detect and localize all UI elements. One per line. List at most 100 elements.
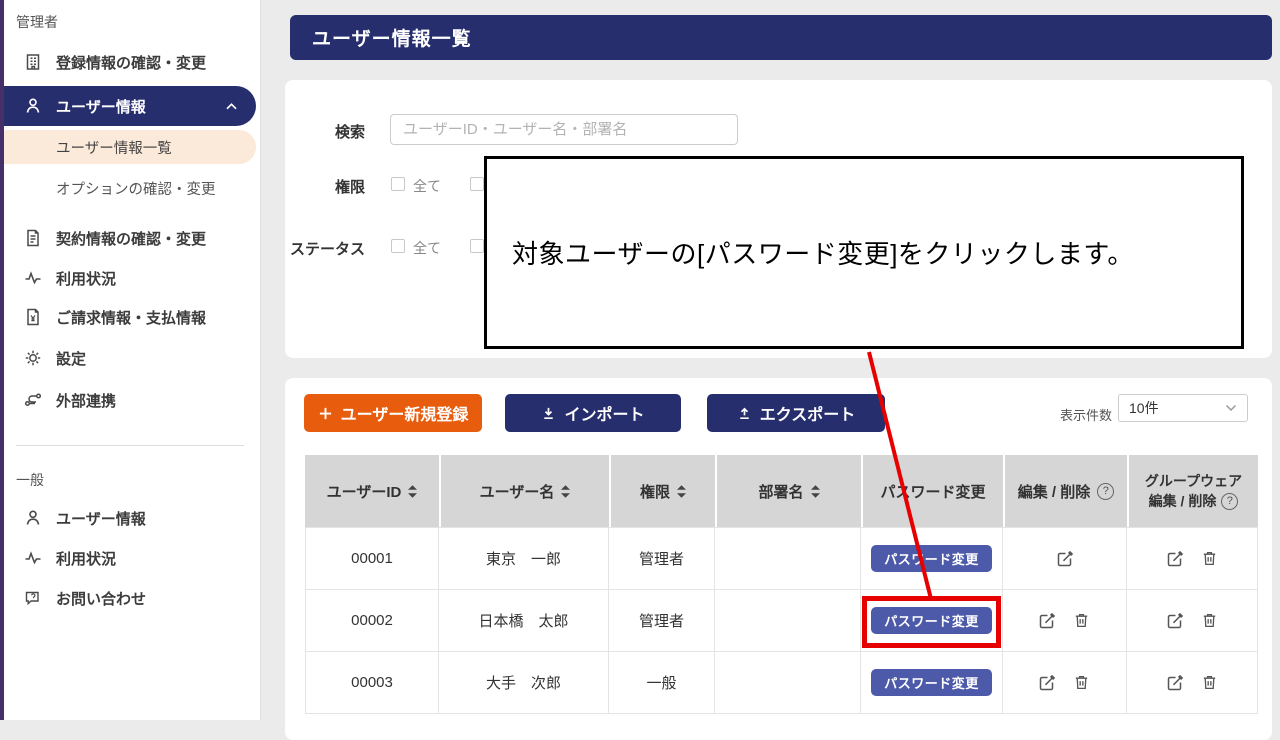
permission-all-label: 全て [413, 176, 441, 196]
chat-question-icon [22, 587, 44, 609]
cell-edit-delete [1003, 652, 1127, 713]
cell-groupware-edit-delete [1127, 590, 1258, 651]
table-header-row: ユーザーID ユーザー名 権限 部署名 パスワード変更 [305, 455, 1258, 527]
sidebar-item-contact[interactable]: お問い合わせ [0, 578, 260, 618]
plus-icon [318, 406, 333, 421]
header-password-change: パスワード変更 [861, 455, 1003, 527]
status-other-checkbox[interactable] [470, 239, 484, 253]
import-icon [541, 406, 556, 421]
header-department[interactable]: 部署名 [715, 455, 861, 527]
sidebar-item-registration[interactable]: 登録情報の確認・変更 [0, 42, 260, 82]
sidebar-item-label: 外部連携 [56, 390, 116, 411]
trash-icon[interactable] [1200, 549, 1220, 569]
trash-icon[interactable] [1072, 611, 1092, 631]
status-all-checkbox[interactable] [391, 239, 405, 253]
cell-user-name: 日本橋 太郎 [439, 590, 609, 651]
document-check-icon [22, 227, 44, 249]
help-icon[interactable] [1221, 493, 1238, 510]
sidebar-item-usage[interactable]: 利用状況 [0, 258, 260, 298]
cell-user-id: 00001 [305, 528, 439, 589]
sidebar-item-contract[interactable]: 契約情報の確認・変更 [0, 218, 260, 258]
password-change-button-target[interactable]: パスワード変更 [871, 607, 992, 634]
help-icon[interactable] [1097, 483, 1114, 500]
cell-user-id: 00003 [305, 652, 439, 713]
trash-icon[interactable] [1200, 611, 1220, 631]
new-user-button[interactable]: ユーザー新規登録 [304, 394, 482, 432]
display-count-select[interactable]: 10件 [1118, 394, 1248, 422]
header-label: パスワード変更 [880, 481, 985, 502]
page-title: ユーザー情報一覧 [312, 24, 472, 51]
password-change-button[interactable]: パスワード変更 [871, 669, 992, 696]
table-row: 00003 大手 次郎 一般 パスワード変更 [305, 652, 1258, 714]
sidebar-item-general-usage[interactable]: 利用状況 [0, 538, 260, 578]
header-user-name[interactable]: ユーザー名 [439, 455, 609, 527]
export-icon [737, 406, 752, 421]
person-icon [22, 507, 44, 529]
new-user-button-label: ユーザー新規登録 [341, 401, 469, 425]
header-edit-delete: 編集 / 削除 [1003, 455, 1127, 527]
sort-icon [408, 485, 417, 498]
sidebar-item-label: ユーザー情報 [56, 508, 146, 529]
chevron-up-icon [225, 102, 238, 111]
export-button[interactable]: エクスポート [707, 394, 885, 432]
sort-icon [561, 485, 570, 498]
search-label: 検索 [285, 121, 365, 142]
sidebar-subitem-user-list[interactable]: ユーザー情報一覧 [0, 130, 256, 164]
display-count-value: 10件 [1129, 398, 1159, 418]
sidebar-section-admin-header: 管理者 [16, 12, 58, 32]
permission-other-checkbox[interactable] [470, 177, 484, 191]
edit-icon[interactable] [1037, 611, 1057, 631]
permission-label: 権限 [285, 176, 365, 197]
building-icon [22, 51, 44, 73]
cell-user-id: 00002 [305, 590, 439, 651]
password-change-button[interactable]: パスワード変更 [871, 545, 992, 572]
sidebar-item-billing[interactable]: ご請求情報・支払情報 [0, 297, 260, 337]
trash-icon[interactable] [1200, 673, 1220, 693]
sidebar-section-general-header: 一般 [16, 470, 44, 490]
header-user-id[interactable]: ユーザーID [305, 455, 439, 527]
sidebar-item-settings[interactable]: 設定 [0, 338, 260, 378]
header-label: 部署名 [758, 481, 803, 502]
sidebar-item-label: 契約情報の確認・変更 [56, 228, 206, 249]
header-permission[interactable]: 権限 [609, 455, 715, 527]
trash-icon[interactable] [1072, 673, 1092, 693]
header-label: グループウェア [1145, 471, 1242, 491]
edit-icon[interactable] [1165, 611, 1185, 631]
import-button[interactable]: インポート [505, 394, 681, 432]
cell-permission: 一般 [609, 652, 715, 713]
sort-icon [811, 485, 820, 498]
search-input[interactable] [390, 114, 738, 145]
integration-icon [22, 389, 44, 411]
sort-icon [677, 485, 686, 498]
sidebar-item-label: ご請求情報・支払情報 [56, 307, 206, 328]
sidebar-item-label: 設定 [56, 348, 86, 369]
user-table: ユーザーID ユーザー名 権限 部署名 パスワード変更 [305, 455, 1258, 714]
table-row: 00001 東京 一郎 管理者 パスワード変更 [305, 528, 1258, 590]
user-table-panel: ユーザー新規登録 インポート エクスポート 表示件数 10件 ユーザ [285, 378, 1272, 740]
edit-icon[interactable] [1055, 549, 1075, 569]
status-label: ステータス [285, 238, 365, 259]
sidebar-subitem-options[interactable]: オプションの確認・変更 [0, 171, 256, 205]
permission-all-checkbox[interactable] [391, 177, 405, 191]
cell-user-name: 東京 一郎 [439, 528, 609, 589]
gear-icon [22, 347, 44, 369]
cell-permission: 管理者 [609, 528, 715, 589]
sidebar-item-external[interactable]: 外部連携 [0, 380, 260, 420]
page: 管理者 登録情報の確認・変更 ユーザー情報 ユーザー情報一覧 オプションの確認・… [0, 0, 1280, 720]
edit-icon[interactable] [1037, 673, 1057, 693]
header-label: 編集 / 削除 [1018, 481, 1091, 502]
header-label: 権限 [640, 481, 670, 502]
sidebar: 管理者 登録情報の確認・変更 ユーザー情報 ユーザー情報一覧 オプションの確認・… [0, 0, 261, 720]
sidebar-item-general-user-info[interactable]: ユーザー情報 [0, 498, 260, 538]
annotation-text: 対象ユーザーの[パスワード変更]をクリックします。 [512, 234, 1134, 271]
sidebar-item-user-info[interactable]: ユーザー情報 [0, 86, 256, 126]
cell-department [715, 652, 861, 713]
person-icon [22, 95, 44, 117]
sidebar-item-label: 利用状況 [56, 268, 116, 289]
cell-password-change: パスワード変更 [861, 590, 1003, 651]
sidebar-subitem-label: オプションの確認・変更 [56, 178, 216, 199]
header-label: ユーザー名 [480, 481, 555, 502]
edit-icon[interactable] [1165, 549, 1185, 569]
display-count-label: 表示件数 [1060, 405, 1112, 424]
edit-icon[interactable] [1165, 673, 1185, 693]
